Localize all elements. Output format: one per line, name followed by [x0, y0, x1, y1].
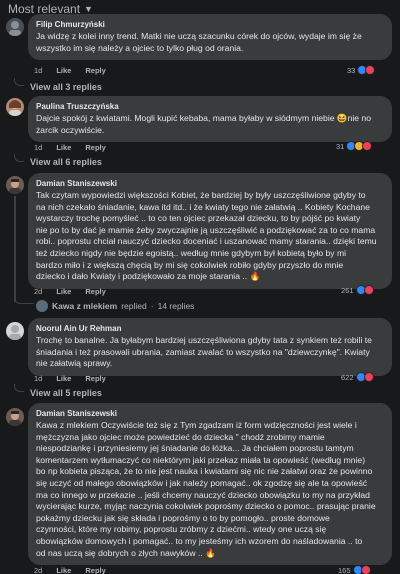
- reaction-summary[interactable]: 165: [338, 565, 371, 574]
- reaction-count: 261: [341, 285, 354, 295]
- reply-button[interactable]: Reply: [85, 287, 105, 296]
- comment-author[interactable]: Noorul Ain Ur Rehman: [36, 324, 384, 333]
- reaction-summary[interactable]: 33: [347, 65, 376, 75]
- comment-author[interactable]: Damian Staniszewski: [36, 409, 384, 418]
- comment-author[interactable]: Damian Staniszewski: [36, 179, 384, 188]
- comment-text: Trochę to banalne. Ja byłabym bardziej u…: [36, 335, 372, 369]
- avatar[interactable]: [6, 18, 24, 36]
- like-button[interactable]: Like: [56, 566, 71, 574]
- love-reaction-icon: [363, 372, 374, 382]
- reply-count: 14 replies: [157, 301, 195, 311]
- reaction-summary[interactable]: 261: [341, 285, 374, 295]
- like-button[interactable]: Like: [56, 287, 71, 296]
- comment-text: Dajcie spokój z kwiatami. Mogli kupić ke…: [36, 113, 372, 135]
- thread-connector: [14, 384, 24, 392]
- love-reaction-icon: [360, 565, 371, 574]
- comment-bubble: Damian Staniszewski Kawa z mlekiem Oczyw…: [28, 403, 392, 566]
- thread-line: [14, 196, 16, 302]
- comment-bubble: Noorul Ain Ur Rehman Trochę to banalne. …: [28, 318, 392, 376]
- avatar[interactable]: [6, 176, 24, 194]
- like-button[interactable]: Like: [56, 374, 71, 383]
- comment-text: Kawa z mlekiem Oczywiście też się z Tym …: [36, 420, 376, 558]
- reply-preview[interactable]: Kawa z mlekiem replied · 14 replies: [36, 300, 194, 312]
- reply-action: replied: [121, 301, 147, 311]
- comment-time[interactable]: 2d: [34, 287, 42, 296]
- reply-button[interactable]: Reply: [85, 143, 105, 152]
- view-replies-label: View all 6 replies: [30, 157, 102, 167]
- view-replies-label: View all 5 replies: [30, 388, 102, 398]
- thread-connector: [14, 78, 24, 86]
- like-button[interactable]: Like: [56, 143, 71, 152]
- comment-bubble: Filip Chmurzyński Ja widzę z kolei inny …: [28, 14, 392, 61]
- comment-actions: 1d Like Reply: [34, 374, 106, 383]
- comment-text: Tak czytam wypowiedzi większości Kobiet,…: [36, 190, 377, 282]
- reply-author: Kawa z mlekiem: [52, 301, 118, 311]
- view-replies-button[interactable]: View all 3 replies: [30, 82, 102, 92]
- comment-actions: 2d Like Reply: [34, 287, 106, 296]
- reply-separator: ·: [150, 301, 154, 311]
- thread-connector: [14, 154, 24, 162]
- reaction-summary[interactable]: 622: [341, 372, 374, 382]
- reply-button[interactable]: Reply: [85, 66, 105, 75]
- chevron-down-icon: ▼: [84, 4, 93, 14]
- reaction-count: 33: [347, 65, 356, 75]
- reaction-count: 622: [341, 372, 354, 382]
- comment-author[interactable]: Filip Chmurzyński: [36, 20, 384, 29]
- avatar: [36, 300, 48, 312]
- avatar[interactable]: [6, 322, 24, 340]
- comment-time[interactable]: 1d: [34, 374, 42, 383]
- comment-time[interactable]: 1d: [34, 143, 42, 152]
- reply-button[interactable]: Reply: [85, 374, 105, 383]
- avatar[interactable]: [6, 408, 24, 426]
- love-reaction-icon: [365, 65, 376, 75]
- reply-button[interactable]: Reply: [85, 566, 105, 574]
- comment-text: Ja widzę z kolei inny trend. Matki nie u…: [36, 31, 362, 53]
- view-replies-button[interactable]: View all 5 replies: [30, 388, 102, 398]
- love-reaction-icon: [363, 285, 374, 295]
- comment-actions: 1d Like Reply: [34, 143, 106, 152]
- comment-actions: 2d Like Reply: [34, 566, 106, 574]
- view-replies-button[interactable]: View all 6 replies: [30, 157, 102, 167]
- like-button[interactable]: Like: [56, 66, 71, 75]
- reaction-summary[interactable]: 31: [336, 141, 373, 151]
- reaction-count: 165: [338, 565, 351, 574]
- comment-bubble: Paulina Truszczyńska Dajcie spokój z kwi…: [28, 96, 392, 143]
- comment-time[interactable]: 1d: [34, 66, 42, 75]
- reaction-count: 31: [336, 141, 345, 151]
- view-replies-label: View all 3 replies: [30, 82, 102, 92]
- love-reaction-icon: [362, 141, 373, 151]
- comment-actions: 1d Like Reply: [34, 66, 106, 75]
- comment-time[interactable]: 2d: [34, 566, 42, 574]
- comment-author[interactable]: Paulina Truszczyńska: [36, 102, 384, 111]
- avatar[interactable]: [6, 98, 24, 116]
- comment-bubble: Damian Staniszewski Tak czytam wypowiedz…: [28, 173, 392, 289]
- thread-connector: [14, 296, 34, 304]
